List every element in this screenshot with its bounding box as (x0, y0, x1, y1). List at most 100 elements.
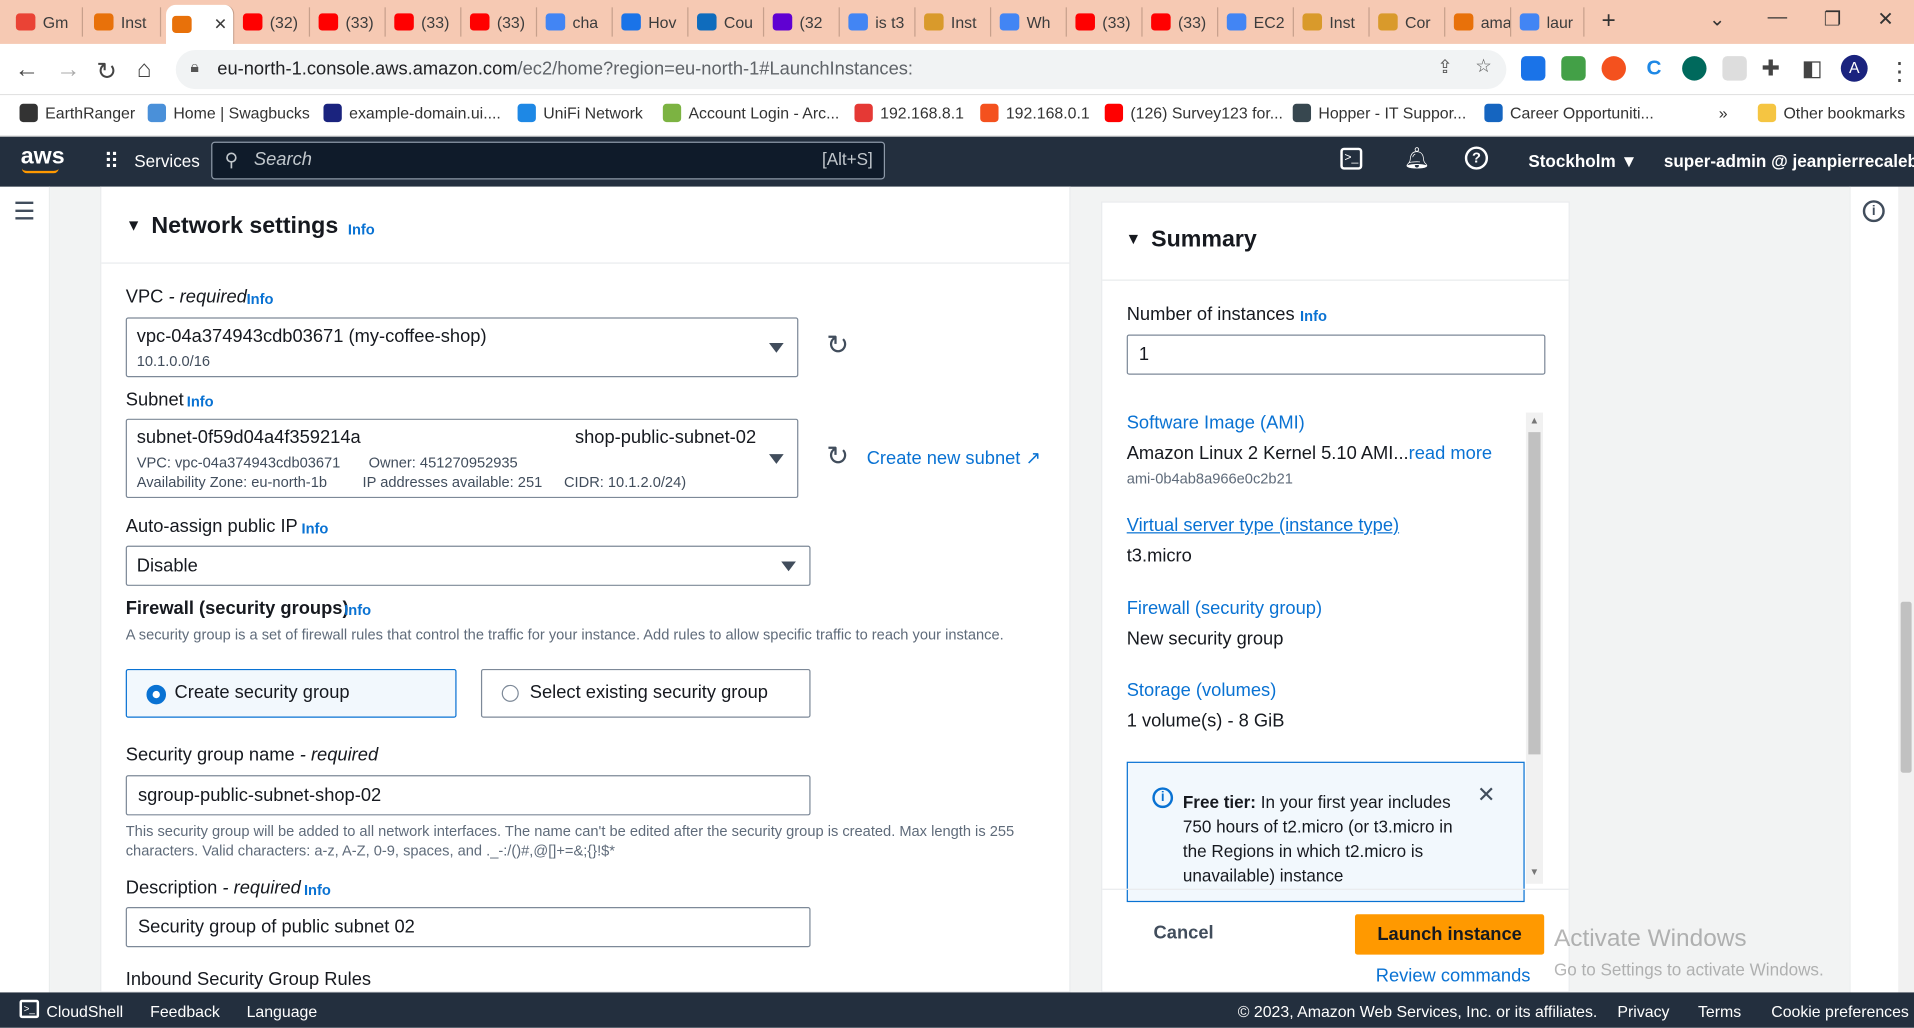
url-bar[interactable]: 🔒︎ eu-north-1.console.aws.amazon.com/ec2… (175, 50, 1507, 90)
bookmark-item[interactable]: UniFi Network (517, 103, 643, 123)
help-icon[interactable]: ? (1464, 146, 1489, 170)
collapse-caret-icon[interactable]: ▼ (126, 216, 142, 234)
browser-tab[interactable]: (33) (464, 7, 538, 37)
num-instances-info-link[interactable]: Info (1300, 308, 1327, 325)
firewall-info-link[interactable]: Info (344, 602, 371, 619)
description-info-link[interactable]: Info (304, 881, 331, 898)
autoip-info-link[interactable]: Info (302, 520, 329, 537)
browser-tab[interactable]: Inst (88, 7, 162, 37)
autoip-select[interactable]: Disable (125, 545, 811, 586)
bookmark-item[interactable]: EarthRanger (19, 103, 135, 123)
subnet-select[interactable]: subnet-0f59d04a4f359214a shop-public-sub… (125, 418, 799, 499)
restore-button[interactable]: ❐ (1824, 7, 1842, 31)
refresh-subnet-icon[interactable]: ↻ (826, 441, 849, 473)
browser-tab[interactable]: Inst (1296, 7, 1370, 37)
browser-tab[interactable]: ama (1448, 7, 1512, 37)
share-icon[interactable]: ⇪ (1437, 56, 1452, 78)
extension-icon[interactable] (1682, 56, 1707, 81)
create-subnet-link[interactable]: Create new subnet ↗ (867, 447, 1041, 469)
browser-tab[interactable]: (33) (1069, 7, 1143, 37)
bookmark-item[interactable]: Career Opportuniti... (1484, 103, 1654, 123)
close-icon[interactable]: ✕ (1477, 782, 1495, 808)
info-panel-icon[interactable]: i (1862, 200, 1885, 223)
notifications-bell-icon[interactable]: 🔔︎ (1404, 146, 1430, 170)
browser-tab[interactable]: (33) (1145, 7, 1219, 37)
menu-kebab-icon[interactable]: ⋮ (1887, 56, 1911, 87)
other-bookmarks[interactable]: Other bookmarks (1757, 103, 1905, 123)
page-scrollbar[interactable] (1898, 186, 1914, 993)
account-menu[interactable]: super-admin @ jeanpierrecaleb ▼ (1664, 151, 1914, 171)
select-existing-security-group-option[interactable]: Select existing security group (480, 668, 811, 718)
browser-tab[interactable]: EC2 (1221, 7, 1294, 37)
instance-type-link[interactable]: Virtual server type (instance type) (1127, 515, 1399, 536)
bookmark-item[interactable]: (126) Survey123 for... (1104, 103, 1283, 123)
reload-icon[interactable]: ↻ (96, 56, 116, 87)
extensions-puzzle-icon[interactable]: ✚ (1761, 56, 1779, 82)
home-icon[interactable]: ⌂ (137, 56, 152, 84)
terms-link[interactable]: Terms (1698, 1002, 1741, 1020)
firewall-summary-link[interactable]: Firewall (security group) (1127, 598, 1322, 619)
services-menu[interactable]: Services (134, 151, 200, 171)
browser-tab[interactable]: (33) (312, 7, 386, 37)
cloudshell-icon[interactable]: >_ (1340, 147, 1363, 170)
tab-search-icon[interactable]: ⌄ (1709, 7, 1725, 31)
search-input[interactable]: ⚲ Search [Alt+S] (211, 141, 886, 180)
services-grid-icon[interactable]: ⠿ (104, 150, 119, 174)
refresh-vpc-icon[interactable]: ↻ (826, 330, 849, 362)
extension-icon[interactable] (1520, 56, 1546, 81)
browser-tab[interactable]: ✕ (166, 4, 235, 44)
side-panel-icon[interactable]: ◧ (1802, 56, 1823, 82)
bookmark-item[interactable]: example-domain.ui.... (323, 103, 501, 123)
page-scroll-thumb[interactable] (1900, 601, 1912, 773)
storage-link[interactable]: Storage (volumes) (1127, 680, 1277, 701)
review-commands-link[interactable]: Review commands (1376, 966, 1531, 987)
extension-icon[interactable] (1561, 56, 1586, 81)
browser-tab[interactable]: (32) (237, 7, 311, 37)
vpc-select[interactable]: vpc-04a374943cdb03671 (my-coffee-shop) 1… (125, 317, 799, 378)
close-tab-icon[interactable]: ✕ (214, 15, 227, 35)
description-input[interactable]: Security group of public subnet 02 (125, 906, 811, 948)
extension-icon[interactable] (1722, 56, 1747, 81)
sg-name-input[interactable]: sgroup-public-subnet-shop-02 (125, 775, 811, 816)
browser-tab[interactable]: laur (1514, 7, 1585, 37)
feedback-link[interactable]: Feedback (150, 1002, 220, 1020)
new-tab-button[interactable]: + (1602, 7, 1616, 35)
browser-tab[interactable]: Wh (994, 7, 1067, 37)
browser-tab[interactable]: (33) (388, 7, 462, 37)
bookmark-item[interactable]: 192.168.8.1 (854, 103, 964, 123)
launch-instance-button[interactable]: Launch instance (1354, 914, 1545, 955)
browser-tab[interactable]: is t3 (842, 7, 916, 37)
bookmark-star-icon[interactable]: ☆ (1475, 55, 1491, 77)
bookmark-item[interactable]: Account Login - Arc... (662, 103, 839, 123)
create-security-group-option[interactable]: Create security group (125, 668, 457, 718)
browser-tab[interactable]: Cou (691, 7, 765, 37)
scroll-up-icon[interactable]: ▲ (1530, 415, 1540, 426)
browser-tab[interactable]: cha (540, 7, 613, 37)
close-window-button[interactable]: ✕ (1877, 7, 1893, 31)
privacy-link[interactable]: Privacy (1617, 1002, 1669, 1020)
bookmark-item[interactable]: Home | Swagbucks (147, 103, 310, 123)
network-info-link[interactable]: Info (348, 221, 375, 238)
browser-tab[interactable]: (32 (767, 7, 840, 37)
region-selector[interactable]: Stockholm ▼ (1528, 151, 1637, 171)
scroll-down-icon[interactable]: ▼ (1530, 867, 1540, 878)
vpc-info-link[interactable]: Info (247, 291, 274, 308)
summary-scroll-thumb[interactable] (1528, 432, 1541, 755)
subnet-info-link[interactable]: Info (187, 393, 214, 410)
hamburger-menu-icon[interactable]: ☰ (13, 197, 35, 228)
browser-tab[interactable]: Hov (615, 7, 689, 37)
bookmark-item[interactable]: 192.168.0.1 (980, 103, 1090, 123)
cloudshell-link[interactable]: CloudShell (46, 1002, 123, 1020)
minimize-button[interactable]: — (1768, 7, 1788, 29)
read-more-link[interactable]: read more (1409, 443, 1492, 464)
cookie-preferences-link[interactable]: Cookie preferences (1771, 1002, 1909, 1020)
bookmark-item[interactable]: Hopper - IT Suppor... (1292, 103, 1466, 123)
browser-tab[interactable]: Gm (10, 7, 84, 37)
collapse-caret-icon[interactable]: ▼ (1125, 229, 1141, 247)
extension-icon[interactable] (1601, 56, 1626, 81)
browser-tab[interactable]: Inst (918, 7, 992, 37)
ami-link[interactable]: Software Image (AMI) (1127, 413, 1305, 434)
more-bookmarks-icon[interactable]: » (1719, 104, 1728, 122)
cancel-button[interactable]: Cancel (1154, 923, 1214, 944)
language-link[interactable]: Language (247, 1002, 318, 1020)
